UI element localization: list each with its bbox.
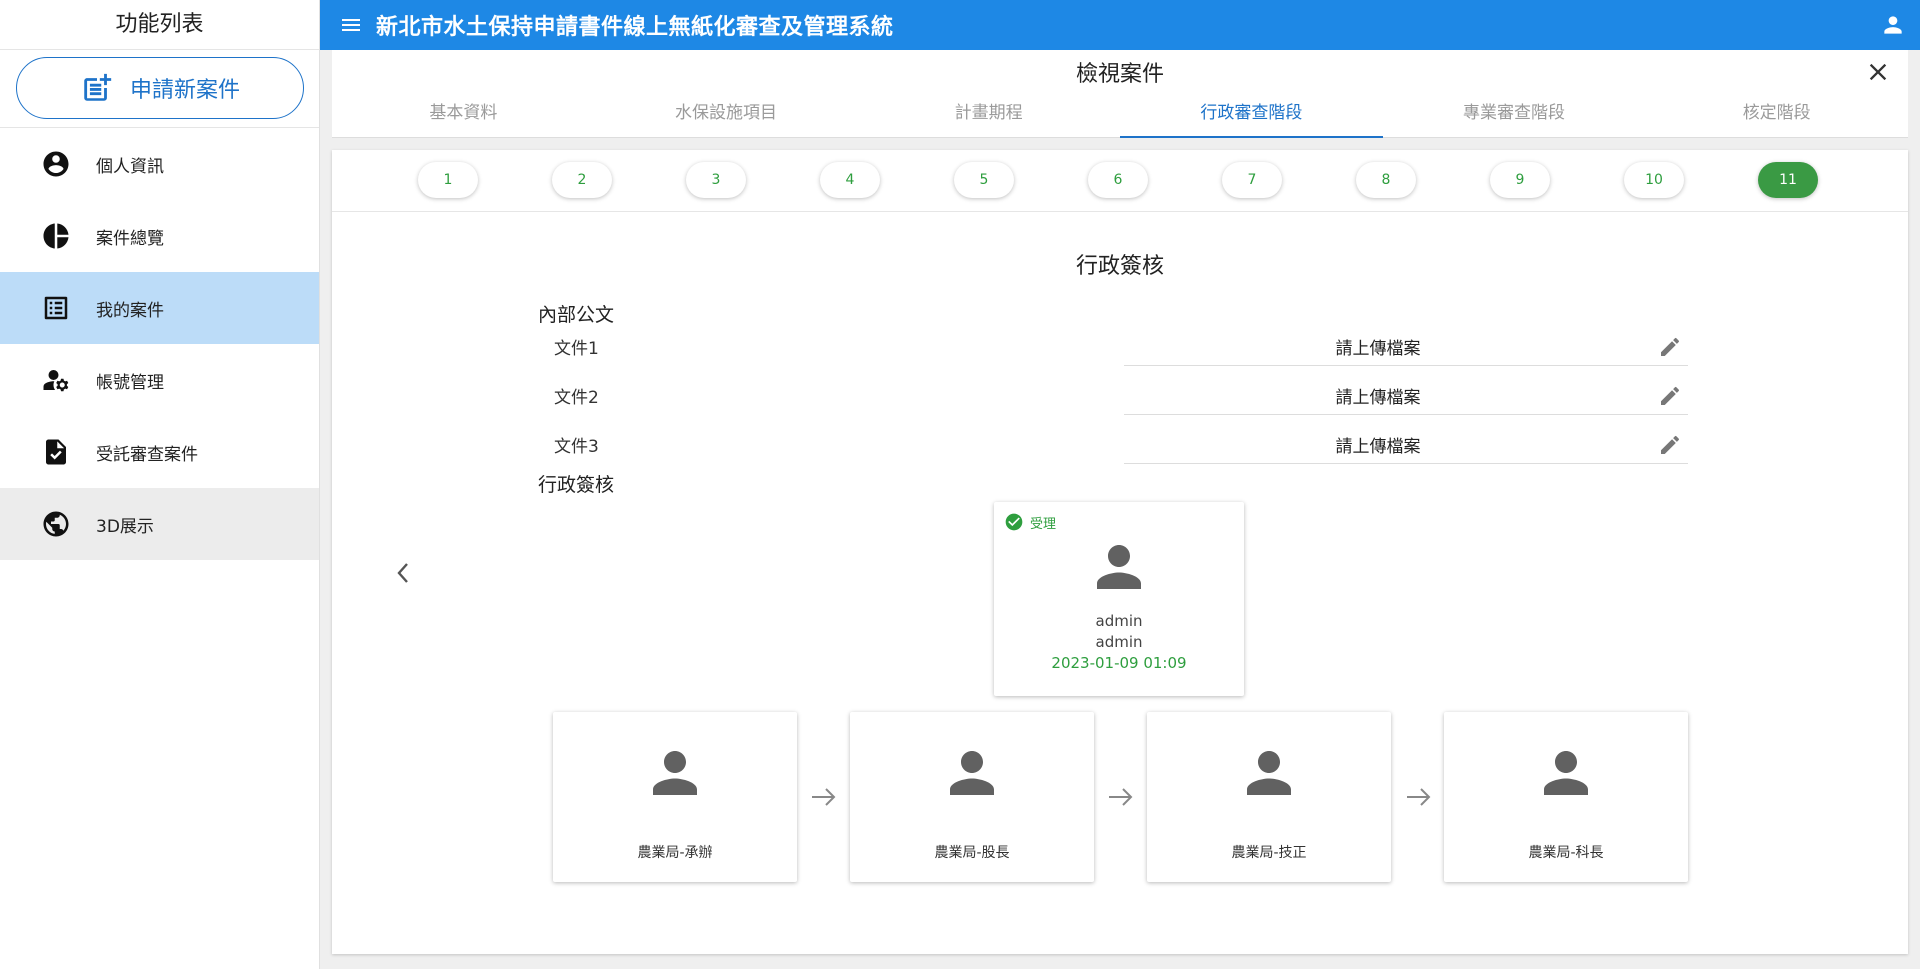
tab-admin-review[interactable]: 行政審查階段	[1120, 94, 1383, 138]
internal-docs-title: 內部公文	[538, 304, 615, 326]
step-button[interactable]: 6	[1088, 162, 1148, 198]
step-button[interactable]: 3	[686, 162, 746, 198]
page-title: 檢視案件	[1075, 62, 1164, 87]
sidebar-item-label: 3D展示	[96, 516, 154, 537]
step-selector: 1 2 3 4 5 6 7 8 9 10 11	[332, 150, 1908, 212]
doc-label: 文件3	[554, 437, 599, 457]
doc-upload-field: 請上傳檔案	[1124, 426, 1688, 464]
section-title: 行政簽核	[1075, 254, 1164, 279]
tab-professional-review[interactable]: 專業審查階段	[1383, 94, 1646, 138]
sidebar-item-profile[interactable]: 個人資訊	[0, 128, 319, 200]
approval-title: 行政簽核	[538, 474, 615, 496]
doc-upload-field: 請上傳檔案	[1124, 377, 1688, 415]
sidebar-item-label: 受託審查案件	[96, 444, 198, 465]
sidebar-title: 功能列表	[0, 0, 319, 50]
avatar-icon	[653, 751, 697, 795]
step-button[interactable]: 4	[820, 162, 880, 198]
avatar-icon	[1097, 545, 1141, 589]
globe-icon	[40, 508, 72, 540]
check-circle-icon	[1005, 513, 1023, 531]
sidebar-item-label: 我的案件	[96, 300, 164, 321]
status-badge: 受理	[1004, 512, 1056, 532]
flow-step-card: 農業局-技正	[1147, 712, 1391, 882]
avatar-icon	[950, 751, 994, 795]
arrow-right-icon	[812, 788, 836, 806]
flow-step-card: 農業局-股長	[850, 712, 1094, 882]
new-case-area: 申請新案件	[0, 50, 319, 128]
sidebar-item-account-management[interactable]: 帳號管理	[0, 344, 319, 416]
doc-label: 文件2	[554, 388, 599, 408]
step-button[interactable]: 9	[1490, 162, 1550, 198]
flow-step-card: 農業局-承辦	[553, 712, 797, 882]
post-add-icon	[84, 73, 112, 101]
flow-step-label: 農業局-科長	[1528, 845, 1604, 861]
approval-time: 2023-01-09 01:09	[1051, 654, 1187, 672]
flow-step-card: 農業局-科長	[1444, 712, 1688, 882]
edit-button[interactable]	[1658, 384, 1682, 408]
sidebar-item-my-cases[interactable]: 我的案件	[0, 272, 319, 344]
pie-chart-icon	[40, 220, 72, 252]
approver-name: admin	[1095, 612, 1143, 630]
close-icon	[1869, 63, 1887, 81]
pencil-icon	[1661, 337, 1680, 356]
tab-approval[interactable]: 核定階段	[1645, 94, 1908, 138]
approval-card: 受理 admin admin 2023-01-09 01:09	[994, 502, 1244, 696]
arrow-right-icon	[1407, 788, 1431, 806]
list-alt-icon	[40, 292, 72, 324]
step-button-active[interactable]: 11	[1758, 162, 1818, 198]
chevron-left-icon	[397, 563, 408, 583]
step-button[interactable]: 7	[1222, 162, 1282, 198]
person-icon	[1884, 16, 1902, 34]
step-button[interactable]: 8	[1356, 162, 1416, 198]
sidebar-item-commissioned-review[interactable]: 受託審查案件	[0, 416, 319, 488]
top-app-bar: 新北市水土保持申請書件線上無紙化審查及管理系統	[320, 0, 1920, 50]
admin-review-panel: 1 2 3 4 5 6 7 8 9 10 11 行政簽核 內部公文 文件1 請上…	[332, 150, 1908, 954]
menu-icon	[342, 19, 360, 31]
sidebar-item-label: 案件總覽	[96, 228, 164, 249]
view-case-header: 檢視案件 基本資料 水保設施項目 計畫期程 行政審查階段 專業審查階段 核定階段	[332, 50, 1908, 138]
doc-upload-placeholder: 請上傳檔案	[1335, 437, 1421, 457]
step-button[interactable]: 10	[1624, 162, 1684, 198]
app-title: 新北市水土保持申請書件線上無紙化審查及管理系統	[376, 15, 894, 40]
step-button[interactable]: 2	[552, 162, 612, 198]
avatar-icon	[1544, 751, 1588, 795]
status-label: 受理	[1030, 516, 1057, 532]
doc-upload-placeholder: 請上傳檔案	[1335, 388, 1421, 408]
manage-accounts-icon	[40, 364, 72, 396]
sidebar-item-label: 個人資訊	[96, 156, 164, 177]
doc-label: 文件1	[554, 339, 599, 359]
close-button[interactable]	[1864, 58, 1892, 86]
flow-step-label: 農業局-技正	[1231, 845, 1307, 861]
doc-upload-field: 請上傳檔案	[1124, 328, 1688, 366]
tab-facility-items[interactable]: 水保設施項目	[595, 94, 858, 138]
pencil-icon	[1661, 435, 1680, 454]
menu-button[interactable]	[336, 10, 366, 40]
step-button[interactable]: 1	[418, 162, 478, 198]
flow-step-label: 農業局-股長	[934, 845, 1010, 861]
step-button[interactable]: 5	[954, 162, 1014, 198]
edit-button[interactable]	[1658, 335, 1682, 359]
sidebar-item-3d-display[interactable]: 3D展示	[0, 488, 319, 560]
edit-button[interactable]	[1658, 433, 1682, 457]
sidebar-item-case-overview[interactable]: 案件總覽	[0, 200, 319, 272]
user-menu-button[interactable]	[1880, 12, 1906, 38]
previous-button[interactable]	[392, 558, 416, 588]
tab-schedule[interactable]: 計畫期程	[857, 94, 1120, 138]
doc-upload-placeholder: 請上傳檔案	[1335, 339, 1421, 359]
pencil-icon	[1661, 386, 1680, 405]
account-circle-icon	[40, 148, 72, 180]
new-case-label: 申請新案件	[129, 78, 240, 103]
case-tabs: 基本資料 水保設施項目 計畫期程 行政審查階段 專業審查階段 核定階段	[332, 94, 1908, 138]
file-check-icon	[40, 436, 72, 468]
sidebar-item-label: 帳號管理	[96, 372, 164, 393]
arrow-right-icon	[1109, 788, 1133, 806]
sidebar: 功能列表 申請新案件 個人資訊 案件總覽 我的案件 帳號管理 受託審查案件 3D…	[0, 0, 320, 969]
approver-account: admin	[1095, 633, 1143, 651]
avatar-icon	[1247, 751, 1291, 795]
new-case-button[interactable]: 申請新案件	[16, 57, 304, 119]
tab-basic-info[interactable]: 基本資料	[332, 94, 595, 138]
flow-step-label: 農業局-承辦	[637, 845, 713, 861]
